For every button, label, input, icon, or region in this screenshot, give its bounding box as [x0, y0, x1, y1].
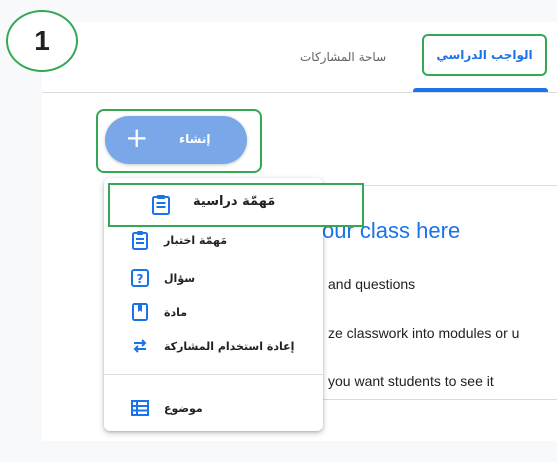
step-number-badge: 1	[6, 10, 78, 72]
active-tab-indicator	[413, 88, 548, 92]
create-button-label: إنشاء	[179, 132, 211, 146]
menu-item-material[interactable]: مادة	[104, 294, 323, 330]
tabs-divider	[42, 92, 557, 93]
empty-state-line: ze classwork into modules or u	[328, 325, 520, 341]
svg-text:?: ?	[137, 272, 144, 286]
create-button[interactable]: + إنشاء	[105, 116, 247, 164]
menu-item-topic[interactable]: موضوع	[104, 390, 323, 426]
tab-classwork[interactable]: الواجب الدراسي	[422, 34, 547, 76]
menu-item-reuse-post[interactable]: إعادة استخدام المشاركة	[104, 328, 323, 364]
menu-item-label: سؤال	[164, 271, 196, 285]
menu-item-quiz-assignment[interactable]: مَهمّة اختبار	[104, 222, 323, 258]
menu-item-label: مادة	[164, 305, 188, 319]
empty-state-line: you want students to see it	[328, 373, 494, 389]
empty-state-line: and questions	[328, 276, 416, 292]
menu-item-label: إعادة استخدام المشاركة	[164, 339, 295, 353]
menu-item-question[interactable]: ? سؤال	[104, 260, 323, 296]
material-icon	[130, 302, 150, 322]
plus-icon: +	[125, 121, 149, 154]
reuse-post-icon	[130, 336, 150, 356]
tab-stream[interactable]: ساحة المشاركات	[300, 50, 386, 64]
question-icon: ?	[130, 268, 150, 288]
quiz-assignment-icon	[130, 230, 150, 250]
menu-item-label: مَهمّة دراسية	[193, 194, 276, 209]
menu-divider	[104, 374, 323, 375]
menu-item-label: موضوع	[164, 401, 203, 415]
assignment-icon	[150, 193, 172, 215]
menu-item-label: مَهمّة اختبار	[164, 233, 228, 247]
topic-icon	[130, 398, 150, 418]
